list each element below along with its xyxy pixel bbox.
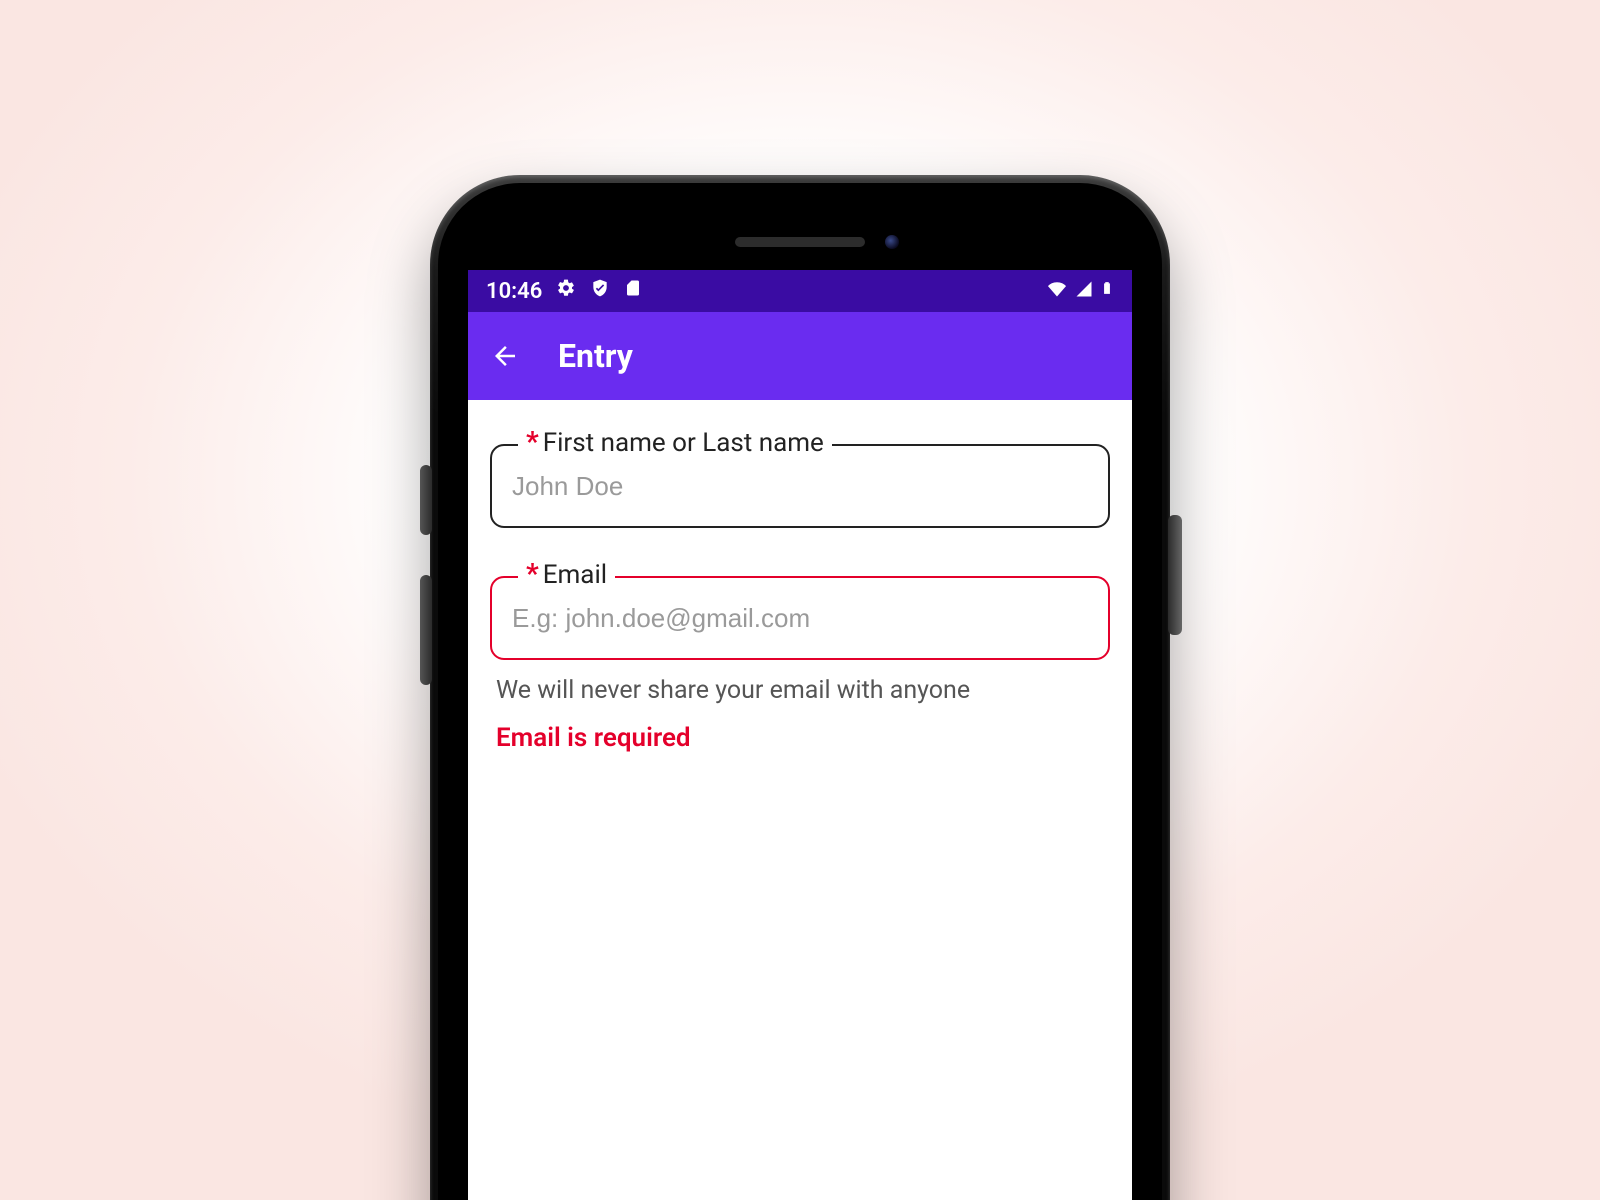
phone-speaker — [735, 237, 865, 247]
volume-down-button — [420, 575, 432, 685]
phone-frame: 10:46 — [430, 175, 1170, 1200]
name-field: * First name or Last name — [490, 444, 1110, 528]
status-right — [1046, 277, 1114, 305]
sd-card-icon — [624, 278, 642, 304]
gear-icon — [556, 278, 576, 304]
stage: 10:46 — [0, 0, 1600, 1200]
email-field: * Email We will never share your email w… — [490, 576, 1110, 753]
phone-screen: 10:46 — [468, 270, 1132, 1200]
volume-up-button — [420, 465, 432, 535]
app-bar: Entry — [468, 312, 1132, 400]
signal-icon — [1074, 279, 1094, 304]
status-time: 10:46 — [486, 279, 542, 304]
phone-camera — [885, 235, 899, 249]
email-input[interactable] — [510, 602, 1090, 635]
email-label-text: Email — [543, 560, 607, 590]
required-mark: * — [526, 560, 539, 588]
page-title: Entry — [558, 337, 633, 375]
back-button[interactable] — [490, 341, 520, 371]
required-mark: * — [526, 428, 539, 456]
status-left: 10:46 — [486, 278, 642, 304]
email-error-text: Email is required — [496, 723, 1110, 753]
power-button — [1168, 515, 1182, 635]
name-label: * First name or Last name — [518, 428, 832, 458]
name-label-text: First name or Last name — [543, 428, 824, 458]
status-bar: 10:46 — [468, 270, 1132, 312]
email-label: * Email — [518, 560, 615, 590]
shield-icon — [590, 278, 610, 304]
name-input[interactable] — [510, 470, 1090, 503]
form-content: * First name or Last name * Email — [468, 400, 1132, 753]
arrow-left-icon — [490, 341, 520, 371]
wifi-icon — [1046, 279, 1068, 304]
battery-icon — [1100, 277, 1114, 305]
email-helper-text: We will never share your email with anyo… — [496, 676, 1110, 705]
